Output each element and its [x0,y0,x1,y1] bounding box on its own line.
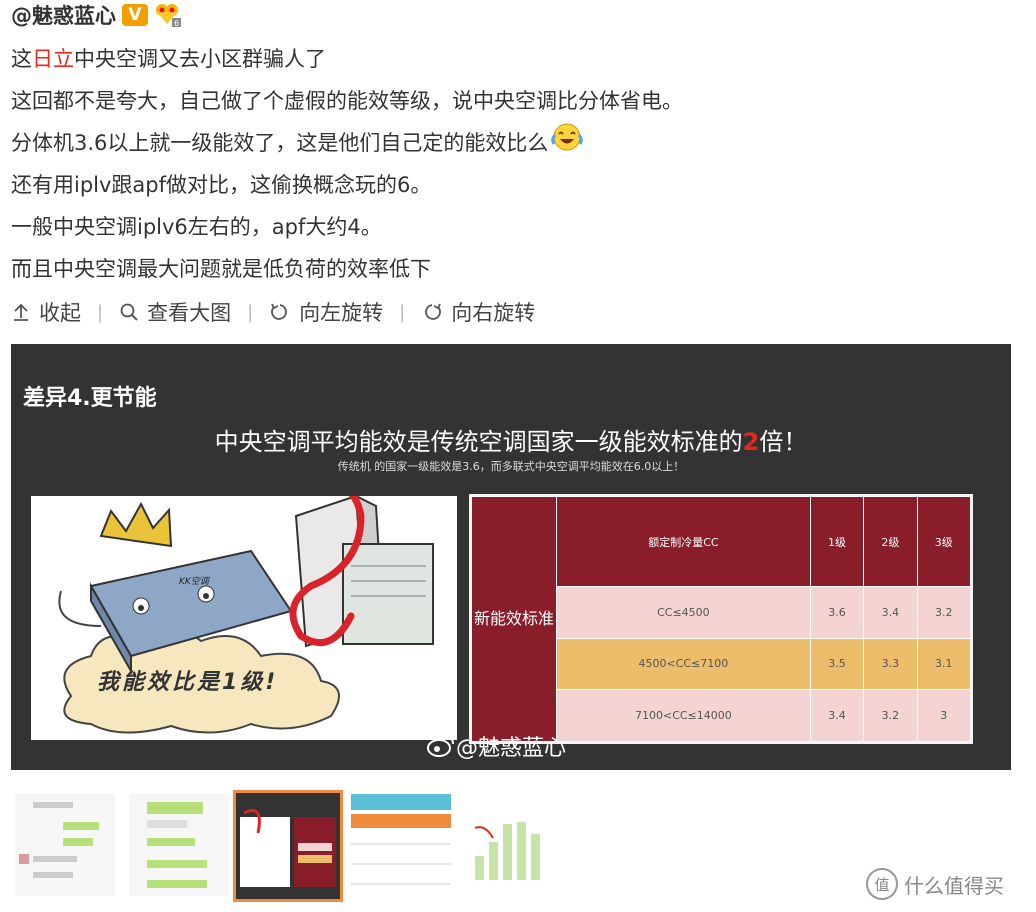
separator: | [97,301,104,323]
image-headline: 中央空调平均能效是传统空调国家一级能效标准的2倍！ [214,428,808,456]
svg-text:KK空调: KK空调 [179,576,211,587]
collapse-icon [14,303,28,321]
post-body: 这日立中央空调又去小区群骗人了 这回都不是夸大，自己做了个虚假的能效等级，说中央… [11,38,1011,290]
svg-text:6: 6 [174,19,179,28]
rotate-left-button[interactable]: 向左旋转 [269,297,383,327]
brand-highlight[interactable]: 日立 [32,47,74,71]
verified-badge-icon: V [122,4,148,26]
separator: | [247,301,254,323]
thumbnail-table-image[interactable] [351,794,451,896]
medal-icon: 6 [154,2,182,28]
table-side-label: 新能效标准 [471,496,557,742]
table-header-grade2: 2级 [863,496,918,587]
efficiency-table: 新能效标准 额定制冷量CC 1级 2级 3级 CC≤4500 3.6 3.4 3… [469,494,973,744]
smzdm-logo: 值 什么值得买 [866,868,1004,900]
cartoon-caption: 我能效比是1级! [97,670,279,695]
thumbnail-strip [11,790,581,902]
post-author-row: @魅惑蓝心 V 6 [11,0,182,30]
rotate-right-button[interactable]: 向右旋转 [421,297,535,327]
image-actions-bar: 收起 | 查看大图 | 向左旋转 | 向右旋转 [11,294,535,330]
separator: | [399,301,406,323]
thumbnail-bar-chart-image[interactable] [463,794,563,896]
view-large-button[interactable]: 查看大图 [119,297,231,327]
smzdm-zhi-icon: 值 [866,868,898,900]
weibo-logo-icon [427,736,454,757]
post-line-2: 这回都不是夸大，自己做了个虚假的能效等级，说中央空调比分体省电。 [11,89,683,113]
post-line-5: 一般中央空调iplv6左右的，apf大约4。 [11,215,382,239]
rotate-left-icon [271,303,287,320]
image-watermark: @魅惑蓝心 [426,730,566,762]
laugh-cry-emoji-icon [550,122,584,166]
author-name[interactable]: @魅惑蓝心 [11,0,116,30]
image-subline: 传统机 的国家一级能效是3.6，而多联式中央空调平均能效在6.0以上！ [337,460,685,473]
post-line-6: 而且中央空调最大问题就是低负荷的效率低下 [11,257,431,281]
post-line-3: 分体机3.6以上就一级能效了，这是他们自己定的能效比么 [11,122,1011,164]
search-icon [120,303,138,321]
thumbnail-chat-2[interactable] [129,794,229,896]
post-line-1: 这日立中央空调又去小区群骗人了 [11,47,326,71]
rotate-right-icon [425,303,442,320]
collapse-button[interactable]: 收起 [11,297,81,327]
table-header-grade1: 1级 [809,496,865,587]
main-post-image[interactable]: 差异4.更节能 中央空调平均能效是传统空调国家一级能效标准的2倍！ 传统机 的国… [11,344,1011,770]
table-header-grade3: 3级 [916,496,972,587]
image-section-title: 差异4.更节能 [23,386,157,411]
post-line-4: 还有用iplv跟apf做对比，这偷换概念玩的6。 [11,173,432,197]
cartoon-illustration: KK空调 我能效比是1级! [31,472,457,740]
thumbnail-chat-1[interactable] [15,794,115,896]
thumbnail-energy-image[interactable] [233,790,343,902]
table-header-capacity: 额定制冷量CC [556,496,811,587]
